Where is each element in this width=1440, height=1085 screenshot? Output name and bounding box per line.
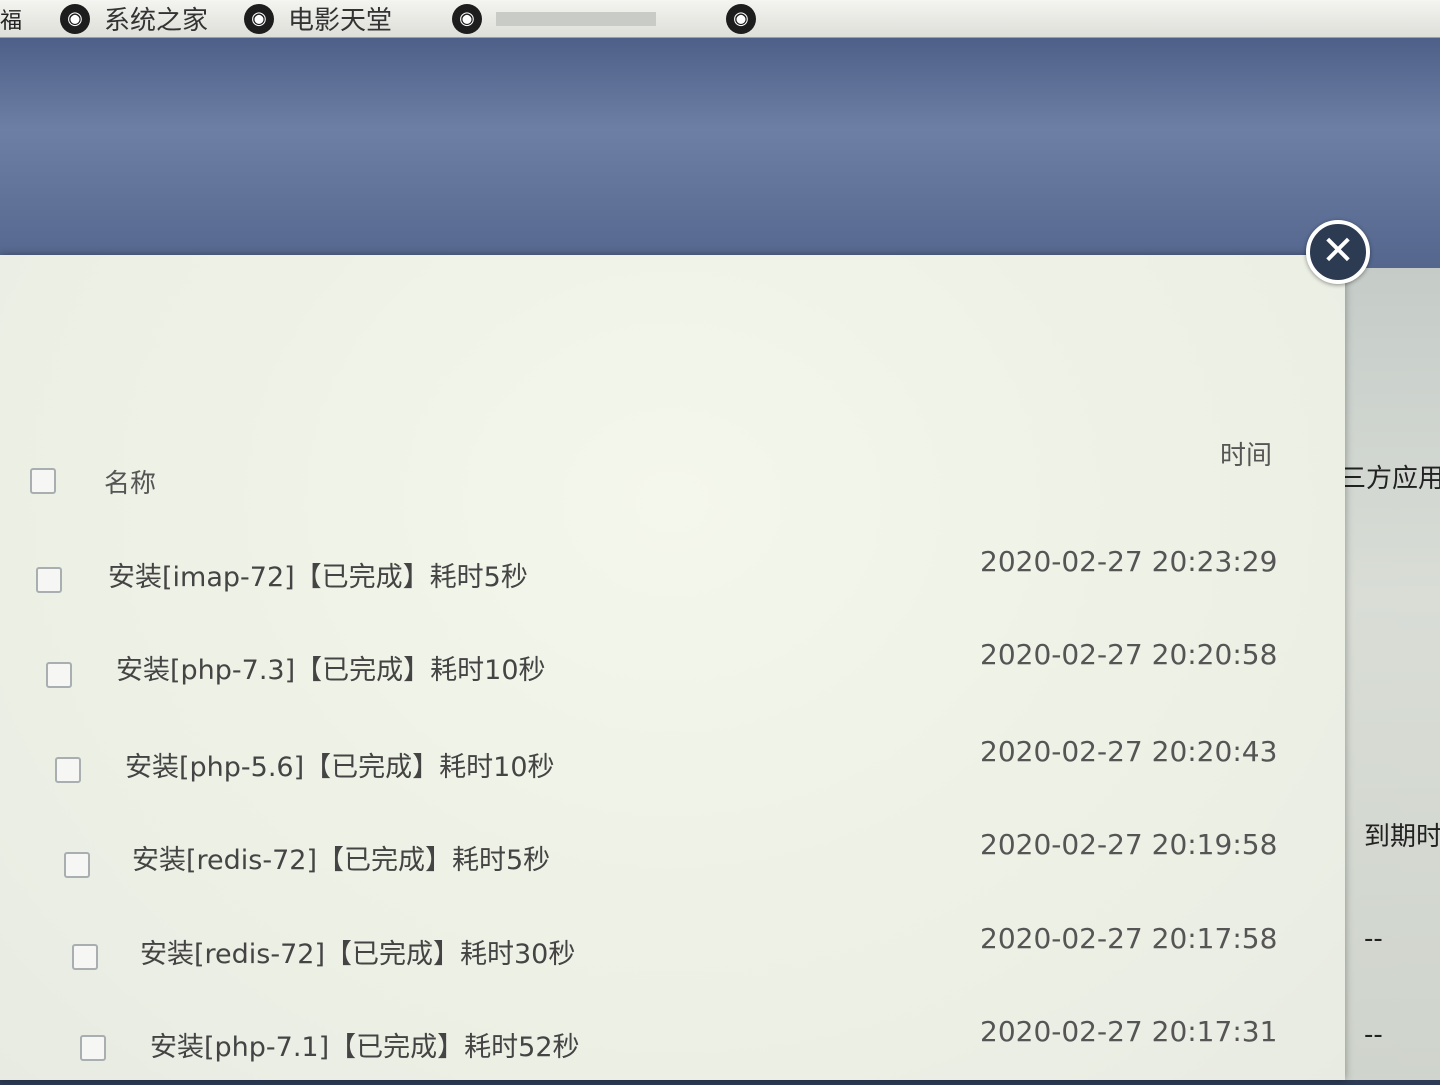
task-name: 安装[php-7.3]【已完成】耗时10秒 bbox=[116, 655, 546, 686]
background-label: -- bbox=[1364, 1020, 1383, 1050]
table-row: 安装[php-7.3]【已完成】耗时10秒 2020-02-27 20:20:5… bbox=[0, 638, 1330, 708]
task-name: 安装[php-7.1]【已完成】耗时52秒 bbox=[150, 1032, 580, 1063]
task-time: 2020-02-27 20:17:31 bbox=[980, 1015, 1278, 1048]
globe-icon: ◉ bbox=[452, 3, 483, 34]
task-time: 2020-02-27 20:19:58 bbox=[980, 828, 1278, 861]
bookmark-item[interactable]: ◉ 系统之家 bbox=[60, 0, 208, 37]
bookmark-label bbox=[496, 11, 657, 26]
task-time: 2020-02-27 20:20:43 bbox=[980, 735, 1278, 768]
bookmark-label: 系统之家 bbox=[104, 6, 209, 36]
bookmark-item[interactable]: ◉ bbox=[452, 3, 657, 34]
bookmark-item[interactable]: ◉ bbox=[726, 3, 770, 34]
row-checkbox[interactable] bbox=[80, 1035, 106, 1061]
table-row: 安装[imap-72]【已完成】耗时5秒 2020-02-27 20:23:29 bbox=[0, 545, 1330, 615]
close-icon: ✕ bbox=[1321, 228, 1355, 274]
bookmark-label: 电影天堂 bbox=[288, 6, 393, 36]
task-name: 安装[imap-72]【已完成】耗时5秒 bbox=[108, 562, 528, 593]
row-checkbox[interactable] bbox=[46, 662, 72, 688]
task-time: 2020-02-27 20:17:58 bbox=[980, 922, 1278, 955]
task-name: 安装[redis-72]【已完成】耗时5秒 bbox=[132, 845, 551, 876]
close-button[interactable]: ✕ bbox=[1306, 220, 1370, 284]
background-label: -- bbox=[1364, 924, 1383, 954]
select-all-checkbox[interactable] bbox=[30, 468, 56, 494]
background-label: 三方应用 bbox=[1340, 464, 1440, 494]
table-row: 安装[redis-72]【已完成】耗时5秒 2020-02-27 20:19:5… bbox=[0, 828, 1330, 898]
table-row: 安装[php-5.6]【已完成】耗时10秒 2020-02-27 20:20:4… bbox=[0, 735, 1330, 805]
globe-icon: ◉ bbox=[244, 3, 275, 34]
task-name: 安装[php-5.6]【已完成】耗时10秒 bbox=[125, 752, 555, 783]
background-label: 到期时 bbox=[1364, 822, 1440, 852]
globe-icon: ◉ bbox=[60, 3, 90, 34]
background-page-column: 三方应用 到期时 -- -- bbox=[1340, 268, 1440, 1080]
bookmarks-bar: 福 ◉ 系统之家 ◉ 电影天堂 ◉ ◉ bbox=[0, 0, 1440, 38]
row-checkbox[interactable] bbox=[64, 852, 90, 878]
globe-icon: ◉ bbox=[726, 3, 757, 34]
bookmark-item[interactable]: ◉ 电影天堂 bbox=[244, 0, 392, 37]
row-checkbox[interactable] bbox=[72, 944, 98, 970]
column-header-time: 时间 bbox=[1220, 441, 1273, 471]
row-checkbox[interactable] bbox=[55, 757, 81, 783]
task-name: 安装[redis-72]【已完成】耗时30秒 bbox=[140, 939, 576, 970]
bookmark-edge-text: 福 bbox=[0, 8, 23, 34]
table-row: 安装[redis-72]【已完成】耗时30秒 2020-02-27 20:17:… bbox=[0, 922, 1330, 992]
task-time: 2020-02-27 20:20:58 bbox=[980, 638, 1278, 671]
table-header: 名称 时间 bbox=[0, 430, 1330, 520]
row-checkbox[interactable] bbox=[36, 567, 62, 593]
task-time: 2020-02-27 20:23:29 bbox=[980, 545, 1278, 578]
page-header-backdrop bbox=[0, 38, 1440, 268]
table-row: 安装[php-7.1]【已完成】耗时52秒 2020-02-27 20:17:3… bbox=[0, 1015, 1330, 1085]
column-header-name: 名称 bbox=[104, 469, 157, 499]
